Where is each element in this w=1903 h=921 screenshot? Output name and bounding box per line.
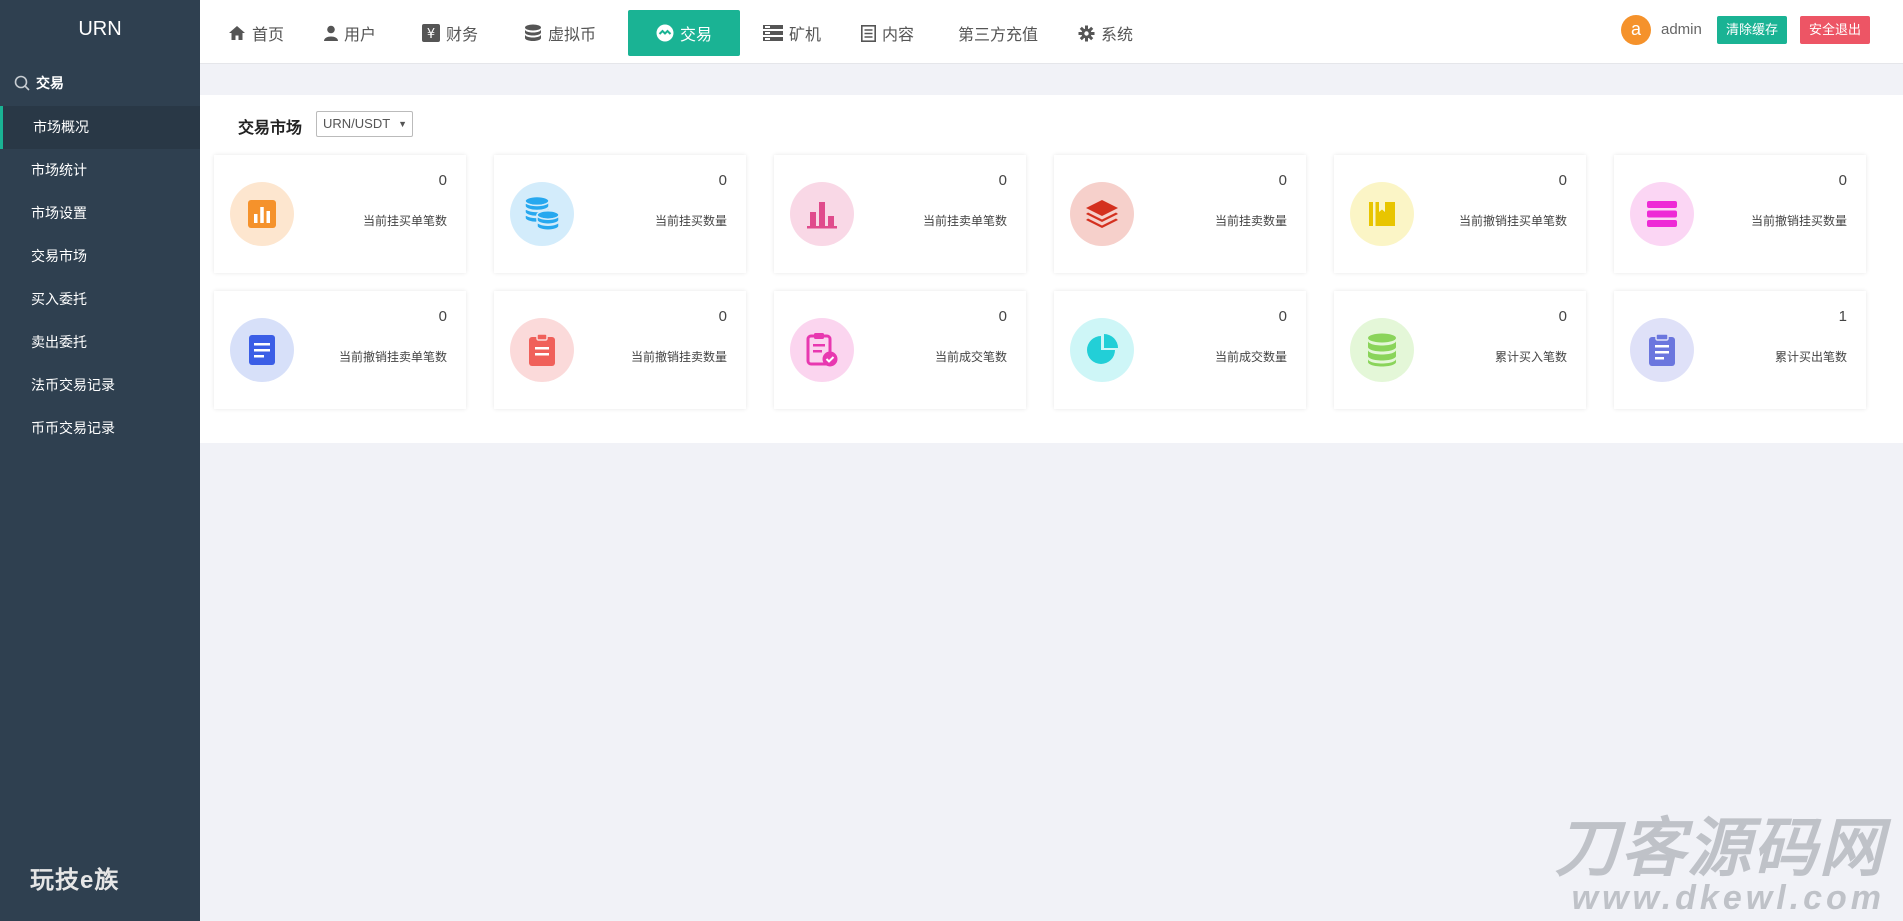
stat-value: 0 [1278, 172, 1287, 189]
user-icon [324, 25, 338, 41]
stat-card-total-sell-count: 1 累计买出笔数 [1614, 291, 1866, 409]
stat-label: 累计买入笔数 [1494, 350, 1567, 364]
clear-cache-button[interactable]: 清除缓存 [1717, 16, 1788, 44]
stat-label: 累计买出笔数 [1774, 350, 1847, 364]
nav-home[interactable]: 首页 [228, 10, 284, 56]
sidebar-item-market-overview[interactable]: 市场概况 [0, 106, 200, 149]
stat-label: 当前撤销挂卖数量 [630, 350, 727, 364]
sidebar-item-trade-market[interactable]: 交易市场 [0, 235, 200, 278]
server-icon [763, 25, 783, 41]
clipboard-check-icon [790, 318, 854, 382]
nav-finance[interactable]: ¥ 财务 [422, 10, 478, 56]
stat-value: 0 [438, 172, 447, 189]
document-icon [861, 24, 876, 42]
stat-card-total-buy-count: 0 累计买入笔数 [1334, 291, 1586, 409]
layers-icon [1070, 182, 1134, 246]
gear-icon [1078, 25, 1095, 41]
market-select-value: URN/USDT [323, 116, 391, 131]
stat-card-buy-amount: 0 当前挂买数量 [494, 155, 746, 273]
stat-card-sell-order-count: 0 当前挂卖单笔数 [774, 155, 1026, 273]
stat-value: 0 [998, 172, 1007, 189]
nav-miner[interactable]: 矿机 [763, 10, 821, 56]
brand-title: URN [78, 18, 122, 40]
nav-trade[interactable]: 交易 [628, 10, 740, 56]
nav-content[interactable]: 内容 [861, 10, 914, 56]
svg-text:¥: ¥ [427, 27, 435, 42]
stat-label: 当前撤销挂买数量 [1750, 214, 1847, 228]
top-navbar: 首页 用户 ¥ 财务 虚拟币 交易 矿机 内容 第三方充值 系统 a admin… [200, 0, 1903, 64]
stat-value: 0 [1278, 308, 1287, 325]
doc-list-icon [230, 318, 294, 382]
yen-icon: ¥ [422, 24, 440, 42]
stat-label: 当前挂买数量 [654, 214, 727, 228]
caret-down-icon: ▼ [398, 119, 407, 129]
stat-card-cancel-buy-count: 0 当前撤销挂买单笔数 [1334, 155, 1586, 273]
sidebar-section-label: 交易 [36, 75, 64, 91]
nav-system[interactable]: 系统 [1078, 10, 1133, 56]
stat-value: 0 [1558, 172, 1567, 189]
admin-username[interactable]: admin [1661, 21, 1702, 38]
stat-card-deal-count: 0 当前成交笔数 [774, 291, 1026, 409]
home-icon [229, 26, 245, 40]
sidebar-item-coin-records[interactable]: 币币交易记录 [0, 407, 200, 450]
bar-chart-icon [230, 182, 294, 246]
stat-label: 当前挂卖单笔数 [922, 214, 1007, 228]
sidebar-item-market-stats[interactable]: 市场统计 [0, 149, 200, 192]
watermark-url: www.dkewl.com [1571, 879, 1885, 917]
stat-card-deal-amount: 0 当前成交数量 [1054, 291, 1306, 409]
stat-value: 0 [1558, 308, 1567, 325]
stat-label: 当前成交笔数 [934, 350, 1007, 364]
sidebar-item-buy-orders[interactable]: 买入委托 [0, 278, 200, 321]
stat-label: 当前挂买单笔数 [362, 214, 447, 228]
avatar[interactable]: a [1621, 15, 1651, 45]
sidebar-item-market-settings[interactable]: 市场设置 [0, 192, 200, 235]
sidebar-section-trade[interactable]: 交易 [0, 60, 200, 106]
stat-label: 当前撤销挂买单笔数 [1458, 214, 1567, 228]
search-icon [14, 75, 30, 91]
market-label: 交易市场 [238, 120, 303, 137]
stat-value: 0 [718, 172, 727, 189]
database-icon [525, 24, 541, 41]
stat-card-cancel-sell-count: 0 当前撤销挂卖单笔数 [214, 291, 466, 409]
market-overview-panel: 交易市场 URN/USDT ▼ 0 当前挂买单笔数 0 当前挂买数量 0 当前挂… [200, 95, 1903, 443]
cylinder-icon [1350, 318, 1414, 382]
book-icon [1350, 182, 1414, 246]
stat-value: 0 [718, 308, 727, 325]
watermark-title: 刀客源码网 [1555, 812, 1885, 884]
sidebar: URN 交易 市场概况 市场统计 市场设置 交易市场 买入委托 卖出委托 法币交… [0, 0, 200, 921]
market-select[interactable]: URN/USDT ▼ [316, 111, 413, 137]
nav-third-party-recharge[interactable]: 第三方充值 [958, 10, 1038, 56]
nav-user[interactable]: 用户 [324, 10, 376, 56]
coins-icon [510, 182, 574, 246]
sidebar-logo: 玩技e族 [30, 867, 120, 894]
stat-card-cancel-sell-amount: 0 当前撤销挂卖数量 [494, 291, 746, 409]
clipboard-icon [510, 318, 574, 382]
stat-label: 当前成交数量 [1214, 350, 1287, 364]
nav-crypto[interactable]: 虚拟币 [524, 10, 596, 56]
column-chart-icon [790, 182, 854, 246]
watermark: 刀客源码网 www.dkewl.com [1505, 815, 1885, 915]
exchange-icon [656, 24, 674, 42]
pie-chart-icon [1070, 318, 1134, 382]
logout-button[interactable]: 安全退出 [1800, 16, 1871, 44]
stat-card-cancel-buy-amount: 0 当前撤销挂买数量 [1614, 155, 1866, 273]
stat-value: 0 [1838, 172, 1847, 189]
stat-card-buy-order-count: 0 当前挂买单笔数 [214, 155, 466, 273]
stat-label: 当前挂卖数量 [1214, 214, 1287, 228]
sidebar-item-fiat-records[interactable]: 法币交易记录 [0, 364, 200, 407]
stat-value: 0 [438, 308, 447, 325]
clipboard-lines-icon [1630, 318, 1694, 382]
stat-card-sell-amount: 0 当前挂卖数量 [1054, 155, 1306, 273]
stack-bars-icon [1630, 182, 1694, 246]
stat-value: 1 [1838, 308, 1847, 325]
sidebar-item-sell-orders[interactable]: 卖出委托 [0, 321, 200, 364]
stat-value: 0 [998, 308, 1007, 325]
stat-label: 当前撤销挂卖单笔数 [338, 350, 447, 364]
